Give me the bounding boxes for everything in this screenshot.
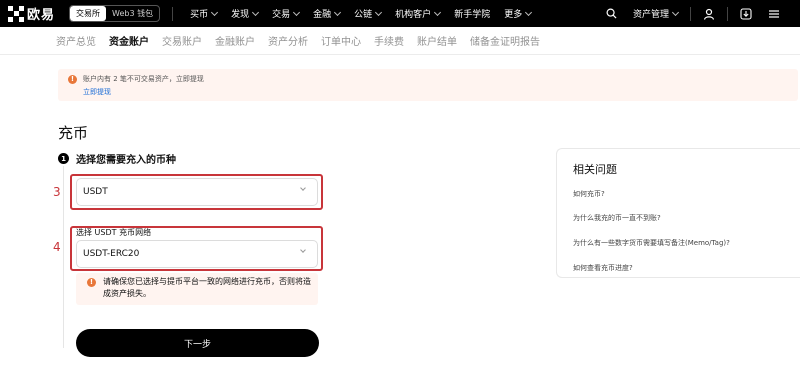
subnav-proof-of-reserves[interactable]: 储备金证明报告 <box>470 33 540 48</box>
chevron-down-icon <box>434 8 442 16</box>
subnav-asset-overview[interactable]: 资产总览 <box>56 33 96 48</box>
nav-trade[interactable]: 交易 <box>265 7 306 20</box>
step-label: 选择您需要充入的币种 <box>76 155 176 166</box>
step-connector-line <box>63 166 64 348</box>
step-header: 1 选择您需要充入的币种 <box>58 151 176 166</box>
nav-chain[interactable]: 公链 <box>347 7 388 20</box>
subnav-funding-account[interactable]: 资金账户 <box>109 33 149 48</box>
download-icon <box>740 7 752 20</box>
chevron-down-icon <box>300 247 306 253</box>
nav-more[interactable]: 更多 <box>497 7 538 20</box>
nav-label: 买币 <box>190 10 209 20</box>
divider <box>727 6 728 21</box>
step-number-badge: 1 <box>58 153 69 164</box>
network-warning-text: 请确保您已选择与提币平台一致的网络进行充币，否则将造成资产损失。 <box>103 277 311 298</box>
annotation-marker-3: 3 <box>53 185 61 199</box>
subnav-asset-analysis[interactable]: 资产分析 <box>268 33 308 48</box>
divider <box>690 6 691 21</box>
nav-label: 交易 <box>272 10 291 20</box>
nav-label: 发现 <box>231 10 250 20</box>
chevron-down-icon <box>671 8 680 16</box>
nav-label: 公链 <box>354 10 373 20</box>
logo[interactable]: 欧易 <box>8 4 55 23</box>
menu-button[interactable] <box>760 8 788 20</box>
nav-buy-crypto[interactable]: 买币 <box>183 7 224 20</box>
faq-link-deposit-progress[interactable]: 如何查看充币进度? <box>573 263 633 273</box>
user-button[interactable] <box>695 8 723 20</box>
subnav-fees[interactable]: 手续费 <box>374 33 404 48</box>
annotation-marker-4: 4 <box>53 240 61 254</box>
subnav-order-center[interactable]: 订单中心 <box>321 33 361 48</box>
exchange-tab[interactable]: 交易所 <box>70 6 107 21</box>
chevron-down-icon <box>375 8 383 16</box>
asset-management-menu[interactable]: 资产管理 <box>625 7 686 20</box>
nav-label: 更多 <box>504 10 523 20</box>
nav-label: 机构客户 <box>395 10 432 20</box>
brand-name: 欧易 <box>27 8 56 23</box>
coin-select[interactable]: USDT <box>76 178 318 206</box>
search-button[interactable] <box>598 8 625 19</box>
warning-icon: ! <box>87 278 96 287</box>
chevron-down-icon <box>525 8 533 16</box>
faq-panel: 相关问题 如何充币? 为什么我充的币一直不到账? 为什么有一些数字货币需要填写备… <box>556 148 800 278</box>
account-subnav: 资产总览 资金账户 交易账户 金融账户 资产分析 订单中心 手续费 账户结单 储… <box>0 27 800 55</box>
chevron-down-icon <box>211 8 219 16</box>
network-select[interactable]: USDT-ERC20 <box>76 240 318 268</box>
chevron-down-icon <box>300 185 306 191</box>
faq-link-how-to-deposit[interactable]: 如何充币? <box>573 189 605 199</box>
notice-text: 账户内有 2 笔不可交易资产，立即提现 <box>83 75 204 83</box>
page-title: 充币 <box>58 124 89 142</box>
notice-banner: ! 账户内有 2 笔不可交易资产，立即提现 立即提现 <box>58 69 798 101</box>
faq-link-memo-tag[interactable]: 为什么有一些数字货币需要填写备注(Memo/Tag)? <box>573 238 730 248</box>
nav-label: 金融 <box>313 10 332 20</box>
divider <box>172 6 174 21</box>
coin-select-value: USDT <box>83 187 108 197</box>
nav-label: 新手学院 <box>454 10 491 20</box>
subnav-statements[interactable]: 账户结单 <box>417 33 457 48</box>
web3-wallet-tab[interactable]: Web3 钱包 <box>106 6 159 21</box>
nav-finance[interactable]: 金融 <box>306 7 347 20</box>
subnav-trading-account[interactable]: 交易账户 <box>162 33 202 48</box>
chevron-down-icon <box>293 8 301 16</box>
nav-academy[interactable]: 新手学院 <box>447 7 497 20</box>
withdraw-now-link[interactable]: 立即提现 <box>83 87 111 97</box>
chevron-down-icon <box>252 8 260 16</box>
network-warning: ! 请确保您已选择与提币平台一致的网络进行充币，否则将造成资产损失。 <box>76 273 318 305</box>
subnav-finance-account[interactable]: 金融账户 <box>215 33 255 48</box>
warning-icon: ! <box>68 75 77 84</box>
main-nav: 买币 发现 交易 金融 公链 机构客户 新手学院 更多 <box>183 7 538 20</box>
download-button[interactable] <box>732 7 760 20</box>
next-button[interactable]: 下一步 <box>76 329 319 357</box>
logo-icon <box>8 5 24 22</box>
faq-link-deposit-not-arrived[interactable]: 为什么我充的币一直不到账? <box>573 213 661 223</box>
user-icon <box>703 8 715 20</box>
nav-institutional[interactable]: 机构客户 <box>388 7 447 20</box>
platform-switch: 交易所 Web3 钱包 <box>69 5 161 22</box>
network-select-value: USDT-ERC20 <box>83 249 140 259</box>
faq-title: 相关问题 <box>573 163 617 176</box>
search-icon <box>606 8 617 19</box>
asset-management-label: 资产管理 <box>632 10 669 20</box>
nav-discover[interactable]: 发现 <box>224 7 265 20</box>
top-navbar: 欧易 交易所 Web3 钱包 买币 发现 交易 金融 公链 机构客户 新手学院 … <box>0 0 800 27</box>
nav-right: 资产管理 <box>598 6 788 21</box>
network-label: 选择 USDT 充币网络 <box>76 228 152 237</box>
chevron-down-icon <box>334 8 342 16</box>
menu-icon <box>769 9 779 18</box>
